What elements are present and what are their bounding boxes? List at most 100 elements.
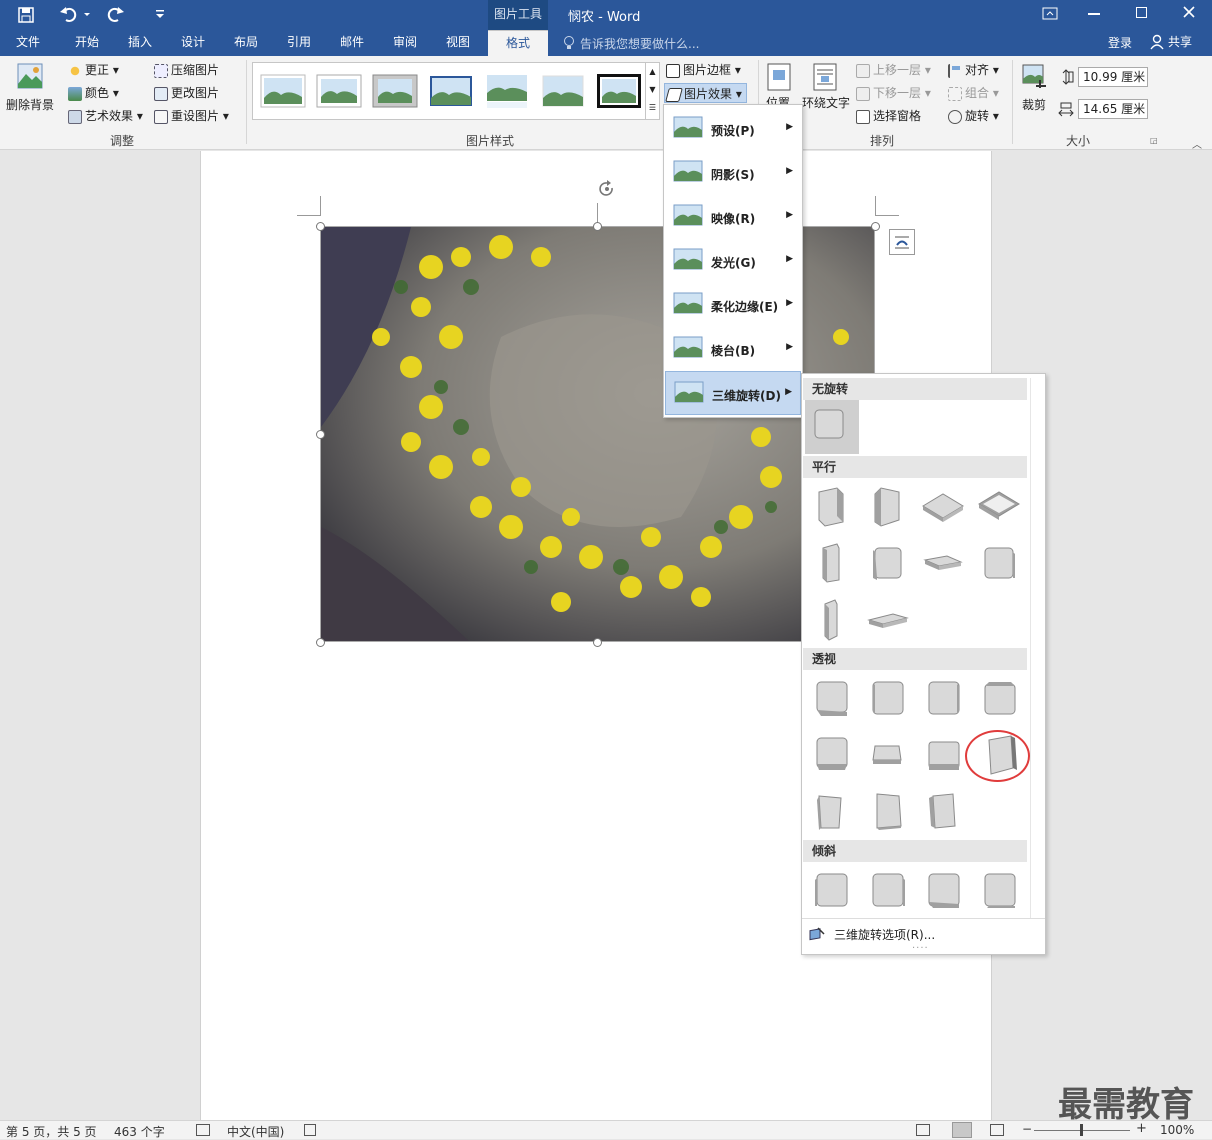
- reset-picture-button[interactable]: 重设图片 ▾: [154, 106, 229, 126]
- rotation-option-perspective-2[interactable]: [863, 674, 911, 722]
- resize-handle-ne[interactable]: [871, 222, 880, 231]
- tab-insert[interactable]: 插入: [117, 30, 163, 56]
- tab-references[interactable]: 引用: [276, 30, 322, 56]
- rotation-handle-icon[interactable]: [597, 179, 617, 201]
- rotation-option-parallel-2[interactable]: [863, 482, 911, 530]
- undo-icon[interactable]: [58, 4, 92, 24]
- language-indicator[interactable]: 中文(中国): [227, 1123, 284, 1140]
- rotation-option-perspective-11[interactable]: [919, 786, 967, 834]
- word-count[interactable]: 463 个字: [114, 1123, 165, 1140]
- customize-icon[interactable]: [152, 6, 168, 22]
- bring-forward-button[interactable]: 上移一层 ▾: [856, 60, 931, 80]
- resize-handle-nw[interactable]: [316, 222, 325, 231]
- rotation-option-parallel-10[interactable]: [863, 594, 911, 642]
- web-layout-icon[interactable]: [990, 1124, 1004, 1136]
- rotation-option-perspective-5[interactable]: [807, 730, 855, 778]
- rotation-option-parallel-5[interactable]: [807, 538, 855, 586]
- tab-review[interactable]: 审阅: [382, 30, 428, 56]
- save-icon[interactable]: [16, 5, 36, 25]
- crop-icon[interactable]: [1020, 62, 1050, 92]
- collapse-ribbon-icon[interactable]: ︿: [1192, 136, 1202, 151]
- tab-view[interactable]: 视图: [435, 30, 481, 56]
- rotation-option-oblique-3[interactable]: [919, 866, 967, 914]
- send-backward-button[interactable]: 下移一层 ▾: [856, 83, 931, 103]
- resize-handle-s[interactable]: [593, 638, 602, 647]
- compress-pictures-button[interactable]: 压缩图片: [154, 60, 219, 80]
- tab-format[interactable]: 格式: [488, 30, 548, 56]
- rotation-option-oblique-4[interactable]: [975, 866, 1023, 914]
- picture-style-7[interactable]: [595, 71, 643, 111]
- rotation-option-oblique-1[interactable]: [807, 866, 855, 914]
- rotation-option-parallel-7[interactable]: [919, 538, 967, 586]
- picture-style-5[interactable]: [483, 71, 531, 111]
- group-button[interactable]: 组合 ▾: [948, 83, 999, 103]
- read-mode-icon[interactable]: [916, 1124, 930, 1136]
- resize-handle-w[interactable]: [316, 430, 325, 439]
- rotation-option-perspective-10[interactable]: [863, 786, 911, 834]
- rotation-option-parallel-9[interactable]: [807, 594, 855, 642]
- tab-file[interactable]: 文件: [6, 30, 50, 56]
- effects-menu-item-glow[interactable]: 发光(G) ▶: [665, 239, 801, 283]
- picture-style-6[interactable]: [539, 71, 587, 111]
- ribbon-display-icon[interactable]: [1042, 6, 1058, 22]
- picture-effects-button[interactable]: 图片效果 ▾: [664, 83, 747, 103]
- page-count[interactable]: 第 5 页，共 5 页: [6, 1123, 97, 1140]
- picture-style-4[interactable]: [427, 71, 475, 111]
- layout-options-icon[interactable]: [889, 229, 915, 255]
- rotation-option-parallel-1[interactable]: [807, 482, 855, 530]
- rotation-option-parallel-6[interactable]: [863, 538, 911, 586]
- zoom-in-icon[interactable]: +: [1136, 1121, 1147, 1136]
- picture-style-1[interactable]: [259, 71, 307, 111]
- size-dialog-launcher-icon[interactable]: ◲: [1150, 136, 1158, 145]
- rotation-option-perspective-7[interactable]: [919, 730, 967, 778]
- selection-pane-button[interactable]: 选择窗格: [856, 106, 921, 126]
- rotation-option-parallel-8[interactable]: [975, 538, 1023, 586]
- share-button[interactable]: 共享: [1168, 33, 1192, 50]
- tell-me-search[interactable]: 告诉我您想要做什么...: [580, 35, 699, 52]
- rotation-option-parallel-3[interactable]: [919, 482, 967, 530]
- rotation-option-no-rotation-1[interactable]: [805, 400, 859, 454]
- effects-menu-item-bevel[interactable]: 棱台(B) ▶: [665, 327, 801, 371]
- resize-handle-sw[interactable]: [316, 638, 325, 647]
- rotation-option-perspective-4[interactable]: [975, 674, 1023, 722]
- rotation-option-parallel-4[interactable]: [975, 482, 1023, 530]
- gallery-scroll[interactable]: ▲ ▼ ☰: [646, 62, 660, 120]
- tab-mailings[interactable]: 邮件: [329, 30, 375, 56]
- width-input[interactable]: 14.65 厘米: [1078, 99, 1148, 119]
- zoom-out-icon[interactable]: −: [1022, 1122, 1032, 1136]
- proofing-icon[interactable]: [196, 1124, 210, 1136]
- macro-icon[interactable]: [304, 1124, 316, 1136]
- wrap-text-icon[interactable]: [812, 62, 838, 92]
- tab-layout[interactable]: 布局: [223, 30, 269, 56]
- effects-menu-item-shadow[interactable]: 阴影(S) ▶: [665, 151, 801, 195]
- effects-menu-item-preset[interactable]: 预设(P) ▶: [665, 107, 801, 151]
- rotation-option-oblique-2[interactable]: [863, 866, 911, 914]
- rotation-option-perspective-1[interactable]: [807, 674, 855, 722]
- effects-menu-item-soft-edges[interactable]: 柔化边缘(E) ▶: [665, 283, 801, 327]
- artistic-effects-button[interactable]: 艺术效果 ▾: [68, 106, 143, 126]
- align-button[interactable]: 对齐 ▾: [948, 60, 999, 80]
- picture-style-3[interactable]: [371, 71, 419, 111]
- minimize-icon[interactable]: [1088, 13, 1100, 15]
- rotation-option-perspective-3[interactable]: [919, 674, 967, 722]
- gallery-scrollbar[interactable]: [1030, 378, 1031, 918]
- remove-background-button[interactable]: 删除背景: [4, 60, 56, 120]
- tab-home[interactable]: 开始: [64, 30, 110, 56]
- position-icon[interactable]: [766, 62, 792, 92]
- zoom-slider-thumb[interactable]: [1080, 1124, 1083, 1136]
- rotate-button[interactable]: 旋转 ▾: [948, 106, 999, 126]
- rotation-option-perspective-6[interactable]: [863, 730, 911, 778]
- login-link[interactable]: 登录: [1108, 34, 1132, 51]
- maximize-icon[interactable]: [1136, 7, 1147, 18]
- redo-icon[interactable]: [106, 4, 126, 24]
- rotation-option-perspective-9[interactable]: [807, 786, 855, 834]
- resize-handle-n[interactable]: [593, 222, 602, 231]
- picture-border-button[interactable]: 图片边框 ▾: [666, 60, 741, 80]
- correct-button[interactable]: 更正 ▾: [68, 60, 119, 80]
- height-input[interactable]: 10.99 厘米: [1078, 67, 1148, 87]
- picture-style-2[interactable]: [315, 71, 363, 111]
- effects-menu-item-3d-rotation[interactable]: 三维旋转(D) ▶: [665, 371, 801, 415]
- change-picture-button[interactable]: 更改图片: [154, 83, 219, 103]
- tab-design[interactable]: 设计: [170, 30, 216, 56]
- zoom-level[interactable]: 100%: [1160, 1123, 1194, 1137]
